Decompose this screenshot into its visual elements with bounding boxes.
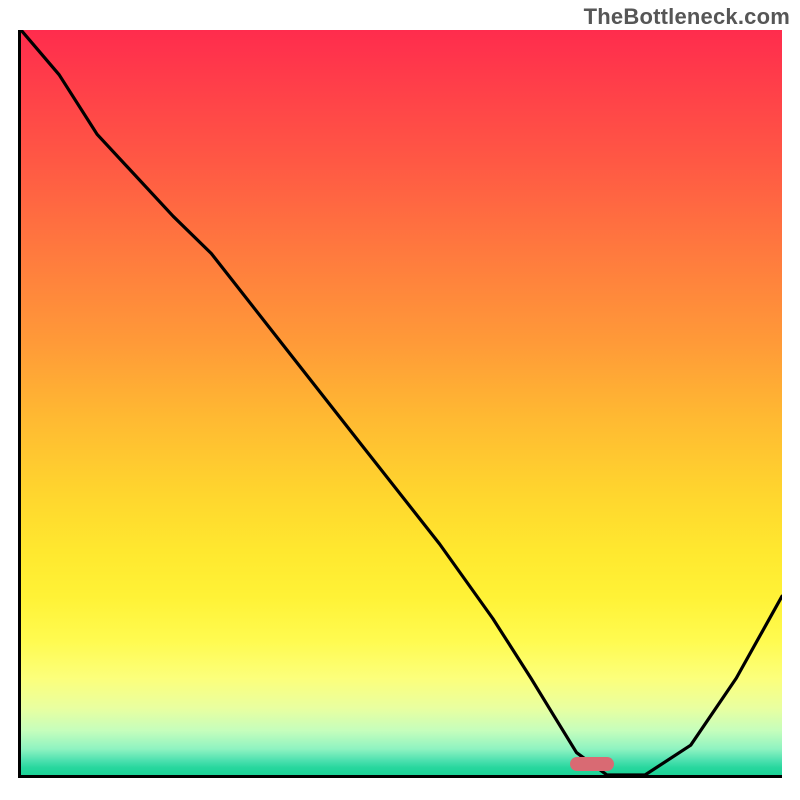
watermark-text: TheBottleneck.com — [584, 4, 790, 30]
optimum-marker — [570, 757, 614, 771]
x-axis — [18, 775, 782, 778]
bottleneck-curve — [21, 30, 782, 775]
chart-container: TheBottleneck.com — [0, 0, 800, 800]
plot-area — [21, 30, 782, 775]
